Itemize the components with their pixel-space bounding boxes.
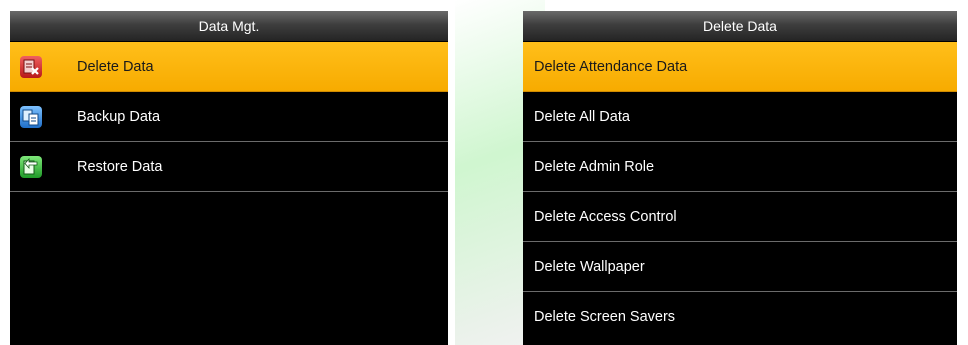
screen-title: Delete Data — [523, 11, 957, 42]
menu-item-delete-wallpaper[interactable]: Delete Wallpaper — [523, 242, 957, 292]
menu-item-delete-attendance-data[interactable]: Delete Attendance Data — [523, 42, 957, 92]
menu-item-label: Delete All Data — [534, 108, 630, 125]
menu-item-label: Delete Screen Savers — [534, 309, 676, 325]
menu-item-label: Restore Data — [77, 158, 163, 175]
backup-data-icon — [20, 105, 42, 128]
menu-item-restore-data[interactable]: Restore Data — [10, 142, 448, 192]
menu-item-label: Delete Wallpaper — [534, 258, 645, 275]
data-mgt-screen: Data Mgt. Delete Data Backup Data Restor… — [10, 11, 448, 345]
menu-item-label: Delete Access Control — [534, 208, 677, 225]
menu-item-delete-screen-savers[interactable]: Delete Screen Savers — [523, 292, 957, 342]
menu-item-delete-admin-role[interactable]: Delete Admin Role — [523, 142, 957, 192]
menu-item-label: Delete Data — [77, 58, 154, 75]
menu-item-delete-all-data[interactable]: Delete All Data — [523, 92, 957, 142]
restore-data-icon — [20, 155, 42, 178]
delete-data-screen: Delete Data Delete Attendance Data Delet… — [523, 11, 957, 345]
menu-item-label: Delete Attendance Data — [534, 58, 688, 75]
menu-item-label: Backup Data — [77, 108, 161, 125]
menu-item-delete-data[interactable]: Delete Data — [10, 42, 448, 92]
menu-item-backup-data[interactable]: Backup Data — [10, 92, 448, 142]
screen-title: Data Mgt. — [10, 11, 448, 42]
menu-item-delete-access-control[interactable]: Delete Access Control — [523, 192, 957, 242]
menu-item-label: Delete Admin Role — [534, 158, 655, 175]
delete-data-icon — [20, 55, 42, 78]
